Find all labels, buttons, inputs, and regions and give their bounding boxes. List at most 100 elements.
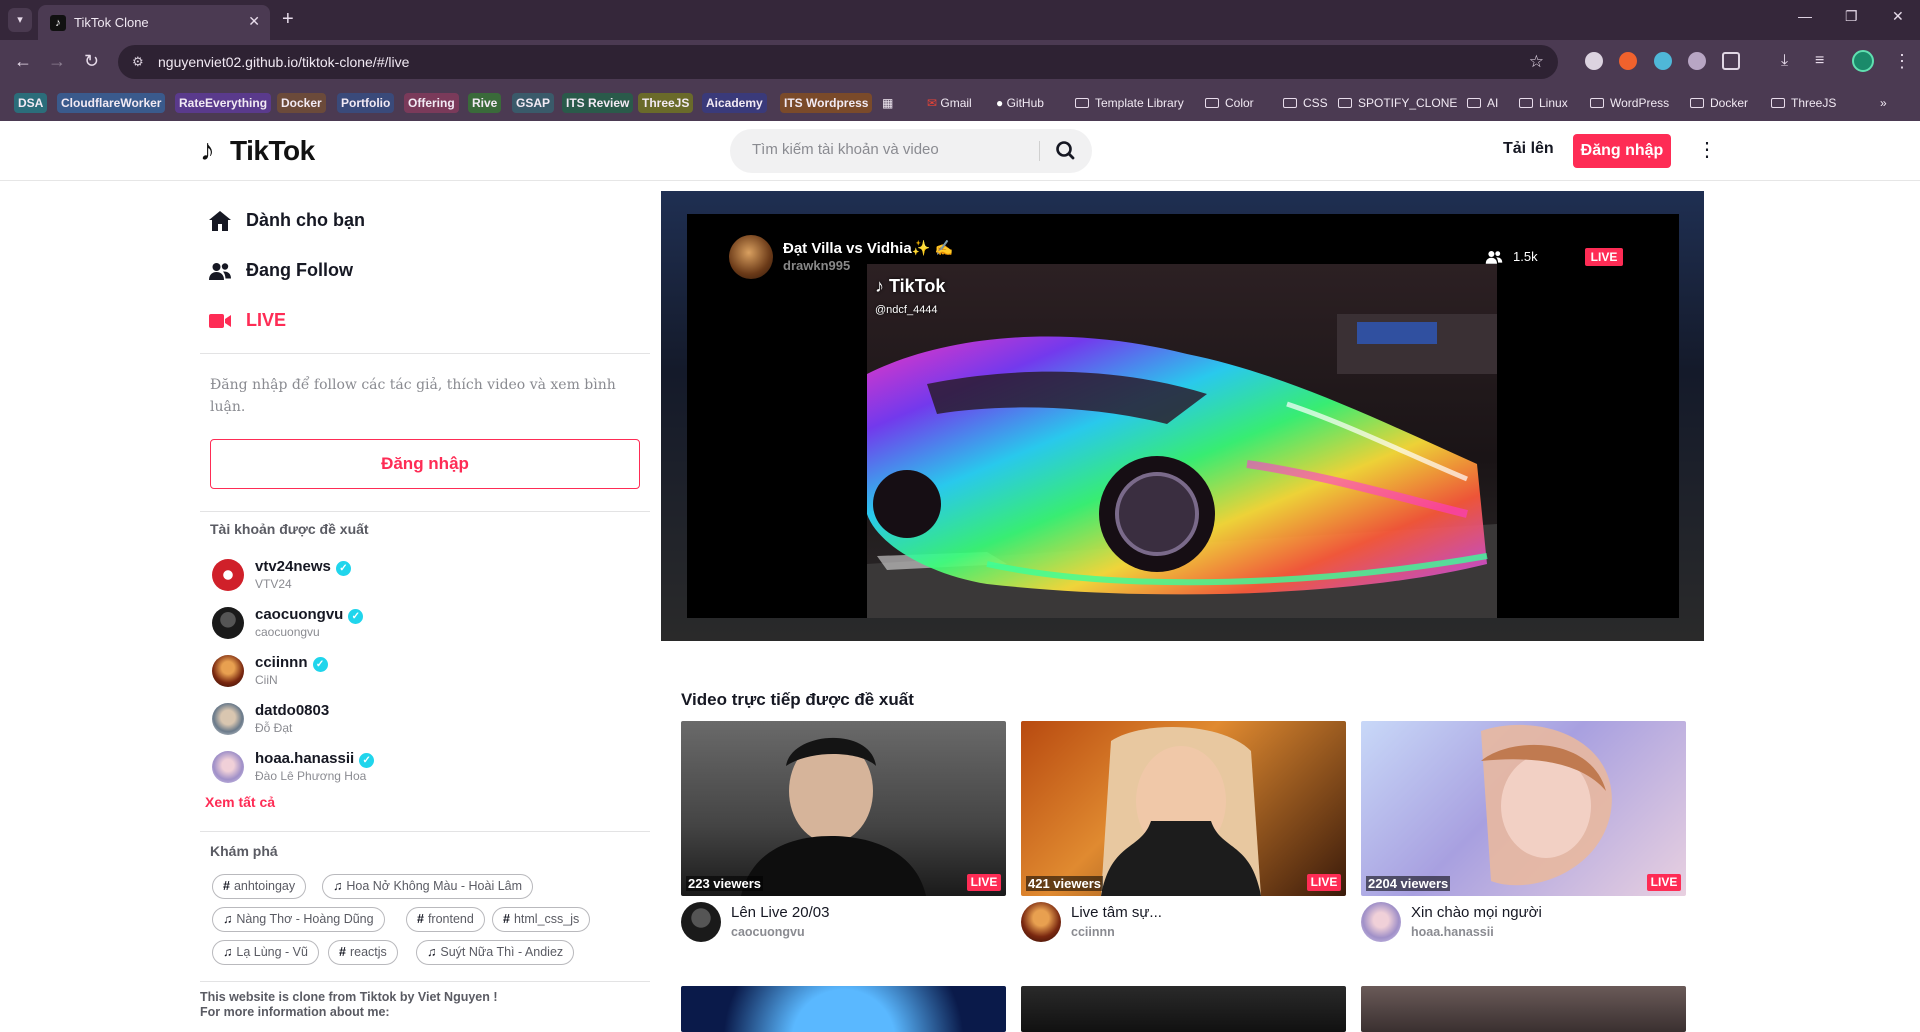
bookmark-item[interactable]: ITS Review — [562, 93, 634, 113]
discover-tag[interactable]: # reactjs — [328, 940, 398, 965]
new-tab-button[interactable]: + — [282, 8, 294, 30]
discover-tag[interactable]: # frontend — [406, 907, 485, 932]
window-close-icon[interactable]: ✕ — [1892, 8, 1904, 25]
bookmark-folder[interactable]: Color — [1205, 93, 1254, 113]
bookmark-item[interactable]: ITS Wordpress — [780, 93, 873, 113]
account-username: hoaa.hanassii ✓ — [255, 750, 375, 768]
discover-tag[interactable]: ♫ Lạ Lùng - Vũ — [212, 940, 319, 965]
live-thumbnail[interactable]: 2204 viewers LIVE — [1361, 721, 1686, 896]
bookmark-folder[interactable]: SPOTIFY_CLONE — [1338, 93, 1457, 113]
avatar[interactable] — [1021, 902, 1061, 942]
bookmark-folder[interactable]: AI — [1467, 93, 1498, 113]
live-thumbnail[interactable]: 223 viewers LIVE — [681, 721, 1006, 896]
suggested-account[interactable]: datdo0803 Đỗ Đạt — [212, 701, 612, 737]
tag-label: Hoa Nở Không Màu - Hoài Lâm — [346, 879, 523, 893]
site-info-icon[interactable]: ⚙ — [132, 54, 144, 70]
discover-tag[interactable]: # html_css_js — [492, 907, 591, 932]
restore-icon[interactable]: ❐ — [1845, 8, 1858, 25]
address-bar[interactable]: ⚙ nguyenviet02.github.io/tiktok-clone/#/… — [118, 45, 1558, 79]
bookmark-item[interactable]: DSA — [14, 93, 48, 113]
search-button[interactable] — [1046, 135, 1086, 167]
bookmark-folder-label: AI — [1487, 96, 1499, 110]
card-title[interactable]: Xin chào mọi người — [1411, 904, 1542, 921]
bookmark-item[interactable]: CloudflareWorker — [57, 93, 166, 113]
card-username[interactable]: cciinnn — [1071, 925, 1115, 939]
bookmark-folder[interactable]: Docker — [1690, 93, 1748, 113]
bookmark-item[interactable]: Offering — [404, 93, 459, 113]
bookmark-folder[interactable]: CSS — [1283, 93, 1328, 113]
media-control-icon[interactable]: ≡ — [1815, 51, 1824, 71]
tab-search-dropdown[interactable]: ▾ — [8, 8, 32, 32]
discover-tag[interactable]: ♫ Hoa Nở Không Màu - Hoài Lâm — [322, 874, 534, 899]
bookmark-item[interactable]: Rive — [468, 93, 502, 113]
suggested-account[interactable]: caocuongvu ✓ caocuongvu — [212, 605, 612, 641]
browser-tab[interactable]: ♪ TikTok Clone ✕ — [38, 5, 270, 40]
bookmark-link[interactable]: ✉ Gmail — [927, 93, 972, 113]
apps-grid-icon[interactable]: ▦ — [882, 93, 893, 113]
nav-label: Đang Follow — [246, 260, 353, 280]
folder-icon — [1467, 98, 1481, 108]
card-username[interactable]: caocuongvu — [731, 925, 805, 939]
bookmark-item[interactable]: ThreeJS — [638, 93, 694, 113]
see-all-link[interactable]: Xem tất cả — [205, 794, 275, 810]
extension-2-icon[interactable] — [1619, 52, 1637, 70]
discover-tag[interactable]: # anhtoingay — [212, 874, 307, 899]
suggested-accounts-title: Tài khoản được đề xuất — [210, 521, 369, 537]
reload-icon[interactable]: ↻ — [84, 51, 99, 71]
host-name[interactable]: Đạt Villa vs Vidhia✨ ✍ — [783, 239, 953, 257]
host-avatar[interactable] — [729, 235, 773, 279]
bookmark-folder[interactable]: Linux — [1519, 93, 1568, 113]
suggested-account[interactable]: cciinnn ✓ CiiN — [212, 653, 612, 689]
suggested-account[interactable]: hoaa.hanassii ✓ Đào Lê Phương Hoa — [212, 749, 612, 785]
card-title[interactable]: Lên Live 20/03 — [731, 904, 829, 921]
bookmark-item[interactable]: Portfolio — [337, 93, 395, 113]
bookmark-folder[interactable]: ThreeJS — [1771, 93, 1836, 113]
extensions-puzzle-icon[interactable] — [1722, 52, 1740, 70]
bookmark-item[interactable]: GSAP — [512, 93, 555, 113]
bookmark-item[interactable]: Docker — [277, 93, 326, 113]
back-icon[interactable]: ← — [14, 51, 32, 71]
suggested-account[interactable]: vtv24news ✓ VTV24 — [212, 557, 612, 593]
extension-1-icon[interactable] — [1585, 52, 1603, 70]
live-player[interactable]: Đạt Villa vs Vidhia✨ ✍ drawkn995 ♪ TikTo… — [687, 214, 1679, 618]
download-icon[interactable]: ⤓ — [1781, 51, 1788, 71]
avatar[interactable] — [1361, 902, 1401, 942]
close-tab-icon[interactable]: ✕ — [248, 13, 260, 30]
bookmark-folder[interactable]: WordPress — [1590, 93, 1669, 113]
discover-tag[interactable]: ♫ Suýt Nữa Thì - Andiez — [416, 940, 575, 965]
live-thumbnail[interactable]: 421 viewers LIVE — [1021, 721, 1346, 896]
live-thumbnail[interactable] — [1361, 986, 1686, 1032]
live-video[interactable]: ♪ TikTok @ndcf_4444 — [867, 264, 1497, 618]
bookmark-star-icon[interactable]: ☆ — [1529, 52, 1544, 72]
search-input[interactable] — [752, 141, 1052, 158]
bookmark-folder[interactable]: Template Library — [1075, 93, 1184, 113]
watermark-handle: @ndcf_4444 — [875, 304, 938, 316]
profile-avatar[interactable] — [1852, 50, 1874, 72]
card-username[interactable]: hoaa.hanassii — [1411, 925, 1494, 939]
minimize-icon[interactable]: — — [1798, 8, 1812, 24]
hashtag-icon: # — [339, 945, 346, 959]
music-note-icon: ♫ — [333, 879, 343, 893]
more-bookmarks-icon[interactable]: » — [1880, 93, 1887, 113]
header-login-button[interactable]: Đăng nhập — [1573, 134, 1671, 168]
live-thumbnail[interactable] — [1021, 986, 1346, 1032]
card-title[interactable]: Live tâm sự... — [1071, 904, 1162, 921]
footer-text: This website is clone from Tiktok by Vie… — [200, 990, 498, 1020]
bookmark-item[interactable]: RateEverything — [175, 93, 272, 113]
live-thumbnail[interactable] — [681, 986, 1006, 1032]
verified-badge-icon: ✓ — [348, 609, 364, 624]
discover-tag[interactable]: ♫ Nàng Thơ - Hoàng Dũng — [212, 907, 385, 932]
sidebar-login-button[interactable]: Đăng nhập — [210, 439, 640, 489]
avatar[interactable] — [681, 902, 721, 942]
bookmark-item[interactable]: Aicademy — [702, 93, 767, 113]
watermark-text: TikTok — [889, 276, 946, 296]
bookmark-link-label: Gmail — [940, 96, 972, 110]
bookmark-link[interactable]: ● GitHub — [996, 93, 1044, 113]
upload-link[interactable]: Tải lên — [1503, 140, 1554, 158]
more-options-icon[interactable]: ⋮ — [1697, 135, 1717, 165]
bookmark-folder-label: Color — [1225, 96, 1254, 110]
extension-4-icon[interactable] — [1688, 52, 1706, 70]
forward-icon[interactable]: → — [48, 51, 66, 71]
react-devtools-icon[interactable] — [1654, 52, 1672, 70]
browser-menu-icon[interactable]: ⋮ — [1893, 51, 1911, 71]
